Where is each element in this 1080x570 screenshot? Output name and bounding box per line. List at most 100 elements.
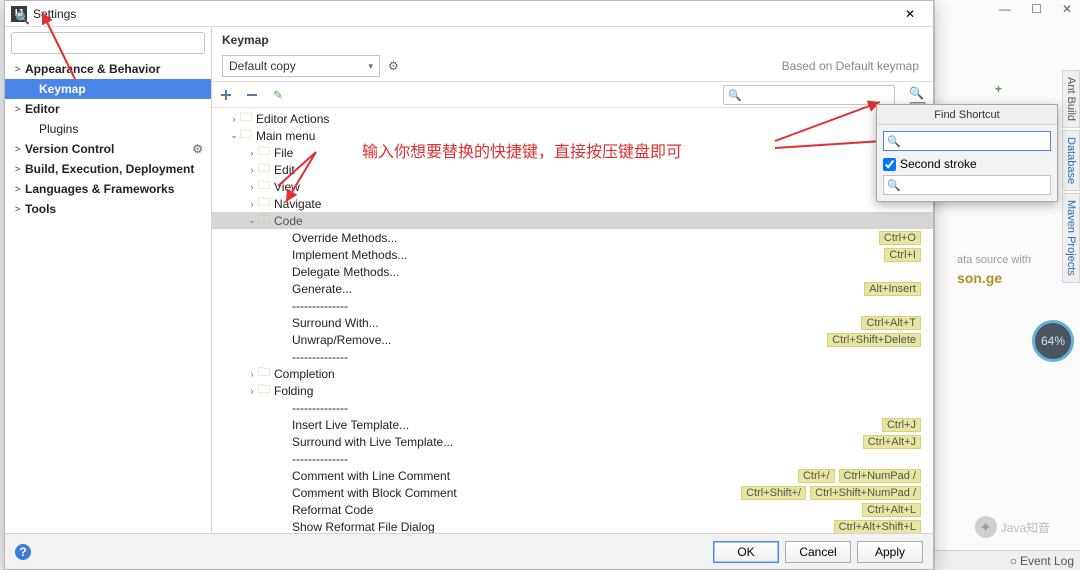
keymap-toolbar: ✎ 🔍 🔍⌨: [212, 82, 933, 108]
tree-item-label: Edit: [274, 163, 295, 177]
settings-dialog: IJ Settings ✕ 🔍 >Appearance & BehaviorKe…: [4, 0, 934, 570]
tree-item-label: Main menu: [256, 129, 315, 143]
tree-item-label: Navigate: [274, 197, 321, 211]
collapse-all-icon[interactable]: [244, 87, 260, 103]
shortcut-badge: Alt+Insert: [864, 282, 921, 296]
shortcut-badge: Ctrl+Shift+/: [741, 486, 806, 500]
tree-row[interactable]: Comment with Line CommentCtrl+/Ctrl+NumP…: [212, 467, 933, 484]
tree-row[interactable]: ›🗀Folding: [212, 382, 933, 399]
folder-icon: 🗀: [258, 380, 270, 401]
shortcut-badge: Ctrl+J: [882, 418, 921, 432]
chevron-icon: ⌄: [228, 130, 240, 141]
tree-row[interactable]: --------------: [212, 348, 933, 365]
cancel-button[interactable]: Cancel: [785, 541, 851, 563]
watermark: ✦ Java知音: [975, 516, 1050, 538]
sidebar-item-appearance-behavior[interactable]: >Appearance & Behavior: [5, 59, 211, 79]
tree-row[interactable]: ›🗀File: [212, 144, 933, 161]
tree-row[interactable]: ⌄🗀 Main menu: [212, 127, 933, 144]
shortcut-badge: Ctrl+Alt+J: [863, 435, 921, 449]
tab-maven[interactable]: Maven Projects: [1062, 193, 1080, 283]
shortcut-badge: Ctrl+Shift+Delete: [827, 333, 921, 347]
tree-row[interactable]: ›🗀Editor Actions: [212, 110, 933, 127]
chevron-icon: >: [15, 104, 25, 114]
second-stroke-checkbox-row[interactable]: Second stroke: [883, 157, 1051, 171]
tree-item-label: Show Reformat File Dialog: [292, 520, 435, 534]
keymap-scheme-select[interactable]: Default copy ▾: [222, 55, 380, 77]
progress-badge: 64%: [1032, 320, 1074, 362]
sidebar-item-label: Languages & Frameworks: [25, 182, 174, 196]
add-icon[interactable]: +: [995, 82, 1002, 96]
event-log-link[interactable]: ○ Event Log: [1010, 554, 1074, 568]
action-search-input[interactable]: [723, 85, 895, 105]
keymap-tree[interactable]: 输入你想要替换的快捷键，直接按压键盘即可 ›🗀Editor Actions⌄🗀M…: [212, 108, 933, 533]
tree-item-label: Surround With...: [292, 316, 379, 330]
minimize-icon[interactable]: —: [999, 2, 1011, 16]
folder-icon: 🗀: [240, 125, 252, 146]
tree-row[interactable]: Show Reformat File Dialog Ctrl+Alt+Shift+…: [212, 518, 933, 533]
tree-item-label: Surround with Live Template...: [292, 435, 453, 449]
tree-row[interactable]: Insert Live Template... Ctrl+J: [212, 416, 933, 433]
tree-row[interactable]: Surround with Live Template... Ctrl+Alt+J: [212, 433, 933, 450]
tree-row[interactable]: Delegate Methods...: [212, 263, 933, 280]
tree-row[interactable]: --------------: [212, 450, 933, 467]
scheme-gear-button[interactable]: ⚙: [388, 59, 399, 73]
tree-row[interactable]: ›🗀Edit: [212, 161, 933, 178]
tree-row[interactable]: Override Methods...Ctrl+O: [212, 229, 933, 246]
tree-row[interactable]: Generate...Alt+Insert: [212, 280, 933, 297]
tree-row[interactable]: Implement Methods...Ctrl+I: [212, 246, 933, 263]
tree-row[interactable]: --------------: [212, 297, 933, 314]
second-stroke-input[interactable]: [883, 175, 1051, 195]
apply-button[interactable]: Apply: [857, 541, 923, 563]
first-stroke-input[interactable]: [883, 131, 1051, 151]
sidebar-item-languages-frameworks[interactable]: >Languages & Frameworks: [5, 179, 211, 199]
search-icon: 🔍: [887, 179, 901, 192]
tab-ant-build[interactable]: Ant Build: [1062, 70, 1080, 128]
tree-row[interactable]: ›🗀Navigate: [212, 195, 933, 212]
help-button[interactable]: ?: [15, 544, 31, 560]
tree-item-label: Delegate Methods...: [292, 265, 399, 279]
settings-main-panel: Keymap Default copy ▾ ⚙ Based on Default…: [212, 27, 933, 533]
sidebar-item-version-control[interactable]: >Version Control⚙: [5, 139, 211, 159]
tree-row[interactable]: Unwrap/Remove...Ctrl+Shift+Delete: [212, 331, 933, 348]
sidebar-item-keymap[interactable]: Keymap: [5, 79, 211, 99]
maximize-icon[interactable]: ☐: [1031, 2, 1042, 16]
chevron-icon: >: [15, 164, 25, 174]
dialog-titlebar: IJ Settings ✕: [5, 1, 933, 27]
ide-right-tool-tabs: Ant Build Database Maven Projects: [1062, 70, 1080, 285]
sidebar-item-label: Plugins: [39, 122, 78, 136]
tree-row[interactable]: ⌄🗀Code: [212, 212, 933, 229]
tree-item-label: Insert Live Template...: [292, 418, 409, 432]
chevron-icon: ›: [246, 369, 258, 379]
shortcut-badge: Ctrl+I: [884, 248, 921, 262]
chevron-icon: ›: [246, 148, 258, 158]
tree-row[interactable]: Reformat CodeCtrl+Alt+L: [212, 501, 933, 518]
tree-row[interactable]: Comment with Block CommentCtrl+Shift+/Ct…: [212, 484, 933, 501]
page-heading: Keymap: [222, 33, 923, 47]
sidebar-item-editor[interactable]: >Editor: [5, 99, 211, 119]
shortcut-badge: Ctrl+Alt+Shift+L: [834, 520, 921, 534]
sidebar-item-build-execution-deployment[interactable]: >Build, Execution, Deployment: [5, 159, 211, 179]
close-icon[interactable]: ✕: [1062, 2, 1072, 16]
tree-item-label: --------------: [292, 299, 348, 313]
ok-button[interactable]: OK: [713, 541, 779, 563]
expand-all-icon[interactable]: [218, 87, 234, 103]
edit-icon[interactable]: ✎: [270, 87, 286, 103]
dialog-close-button[interactable]: ✕: [893, 3, 927, 25]
code-fragment: son.ge: [957, 270, 1002, 286]
tree-row[interactable]: Surround With...Ctrl+Alt+T: [212, 314, 933, 331]
tree-item-label: Override Methods...: [292, 231, 397, 245]
chevron-icon: >: [15, 64, 25, 74]
tree-row[interactable]: --------------: [212, 399, 933, 416]
tab-database[interactable]: Database: [1062, 130, 1080, 191]
chevron-icon: >: [15, 144, 25, 154]
tree-row[interactable]: ›🗀Completion: [212, 365, 933, 382]
find-shortcut-button[interactable]: 🔍⌨: [909, 86, 927, 104]
sidebar-item-plugins[interactable]: Plugins: [5, 119, 211, 139]
chevron-icon: ›: [246, 386, 258, 396]
sidebar-search-input[interactable]: [11, 32, 205, 54]
shortcut-badge: Ctrl+/: [798, 469, 835, 483]
settings-nav-list: >Appearance & BehaviorKeymap>Editor Plugi…: [5, 59, 211, 533]
tree-row[interactable]: ›🗀View: [212, 178, 933, 195]
sidebar-item-tools[interactable]: >Tools: [5, 199, 211, 219]
second-stroke-checkbox[interactable]: [883, 158, 896, 171]
